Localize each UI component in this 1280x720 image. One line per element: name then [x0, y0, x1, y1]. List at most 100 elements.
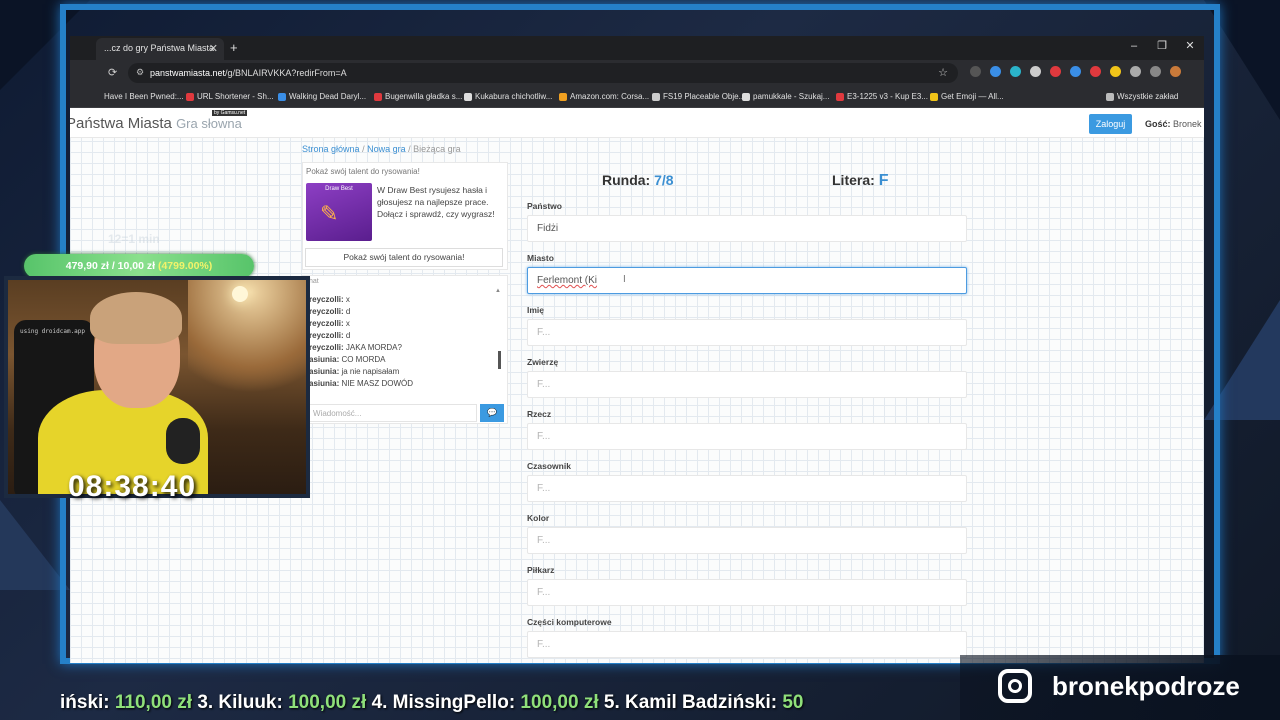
chat-input[interactable]: Wiadomość... — [309, 404, 477, 422]
round-indicator: Runda: 7/8 — [602, 172, 674, 188]
site-logo[interactable]: Państwa Miasta Gra słowna — [70, 115, 242, 132]
field-input-imie[interactable]: F... — [527, 319, 967, 346]
folder-icon — [1106, 92, 1114, 101]
field-input-pilkarz[interactable]: F... — [527, 579, 967, 606]
extension-icon[interactable] — [1150, 66, 1161, 77]
field-input-czasownik[interactable]: F... — [527, 475, 967, 502]
ticker-amount: 110,00 zł — [109, 692, 198, 713]
bookmark-icon — [278, 92, 286, 101]
bookmark-icon — [652, 92, 660, 101]
breadcrumb-home[interactable]: Strona główna — [302, 144, 360, 154]
bookmark-item[interactable]: Amazon.com: Corsa... — [559, 92, 649, 101]
site-info-icon[interactable]: ⚙ — [136, 67, 144, 78]
chat-messages: reyczolli: x reyczolli: d reyczolli: x r… — [309, 294, 413, 390]
minimize-icon[interactable]: – — [1120, 40, 1148, 52]
bookmark-item[interactable]: Bugenwilla gładka s... — [374, 92, 462, 101]
guest-indicator: Gość: Bronek — [1145, 119, 1202, 129]
send-message-button[interactable]: 💬 — [480, 404, 504, 422]
chat-scrollbar[interactable] — [498, 351, 501, 369]
chat-message: reyczolli: d — [309, 331, 351, 340]
bookmark-item[interactable]: FS19 Placeable Obje... — [652, 92, 745, 101]
bookmark-star-icon[interactable]: ☆ — [938, 66, 948, 79]
brand-name: Państwa Miasta — [70, 115, 172, 132]
bookmark-folder[interactable]: Wszystkie zakład — [1106, 92, 1178, 101]
promo-image-label: Draw Best — [325, 186, 353, 192]
extension-icon[interactable] — [1030, 66, 1041, 77]
field-label-kolor: Kolor — [527, 513, 550, 523]
field-label-rzecz: Rzecz — [527, 409, 552, 419]
chat-panel: hat ▲ reyczolli: x reyczolli: d reyczoll… — [302, 275, 508, 424]
extension-icon[interactable] — [990, 66, 1001, 77]
instagram-handle: bronekpodroze — [1052, 671, 1240, 701]
guest-prefix: Gość: — [1145, 119, 1171, 129]
field-input-czesci-komputerowe[interactable]: F... — [527, 631, 967, 658]
bookmark-item[interactable]: Kukabura chichotliw... — [464, 92, 552, 101]
reload-icon[interactable]: ⟳ — [108, 66, 117, 79]
browser-tab[interactable]: ...cz do gry Państwa Miasta ✕ — [96, 38, 224, 60]
pencil-icon: ✎ — [320, 201, 339, 226]
donation-goal-bar: 479,90 zł / 10,00 zł (4799.00%) — [24, 254, 254, 278]
bookmark-icon — [836, 92, 844, 101]
extension-icon[interactable] — [1070, 66, 1081, 77]
brand-subtitle: Gra słowna — [176, 116, 242, 131]
bookmark-item[interactable]: Get Emoji — All... — [930, 92, 1004, 101]
breadcrumb-new-game[interactable]: Nowa gra — [367, 144, 406, 154]
microphone-icon — [166, 418, 200, 464]
droidcam-watermark: using droidcam.app — [20, 328, 86, 335]
bookmark-item[interactable]: Walking Dead Daryl... — [278, 92, 366, 101]
url-domain: panstwamiasta.net — [150, 68, 226, 78]
new-tab-button[interactable]: + — [230, 40, 238, 55]
field-input-rzecz[interactable]: F... — [527, 423, 967, 450]
scroll-up-icon[interactable]: ▲ — [495, 288, 501, 294]
webcam-person-hair — [90, 292, 182, 344]
field-input-kolor[interactable]: F... — [527, 527, 967, 554]
field-value-miasto: Ferlemont (Ki — [537, 275, 598, 286]
bookmark-item[interactable]: pamukkale - Szukaj... — [742, 92, 829, 101]
letter-indicator: Litera: F — [832, 172, 888, 190]
brand-by-label: by Gamsu.net — [212, 110, 248, 116]
bookmark-item[interactable]: URL Shortener - Sh... — [186, 92, 274, 101]
bookmark-item[interactable]: Have I Been Pwned:... — [104, 92, 184, 101]
field-label-zwierze: Zwierzę — [527, 357, 559, 367]
login-button[interactable]: Zaloguj — [1089, 114, 1132, 134]
maximize-icon[interactable]: ❐ — [1148, 39, 1176, 52]
field-input-panstwo[interactable]: Fidżi — [527, 215, 967, 242]
url-field[interactable]: ⚙ panstwamiasta.net/g/BNLAIRVKKA?redirFr… — [128, 63, 958, 83]
ticker-name: 4. MissingPello: — [371, 692, 516, 713]
bookmark-icon — [930, 92, 938, 101]
url-path: /g/BNLAIRVKKA?redirFrom=A — [225, 68, 347, 78]
ticker-amount: 100,00 zł — [282, 692, 372, 713]
round-value: 7/8 — [654, 172, 674, 188]
close-tab-icon[interactable]: ✕ — [209, 42, 218, 55]
promo-image[interactable]: Draw Best ✎ — [306, 183, 372, 241]
extension-icon[interactable] — [970, 66, 981, 77]
bookmark-icon — [559, 92, 567, 101]
window-controls: – ❐ ✕ — [1120, 39, 1204, 52]
extension-icon[interactable] — [1090, 66, 1101, 77]
extension-icon[interactable] — [1050, 66, 1061, 77]
letter-label: Litera: — [832, 172, 875, 188]
profile-avatar[interactable] — [1170, 66, 1181, 77]
close-window-icon[interactable]: ✕ — [1176, 39, 1204, 52]
promo-title: Pokaż swój talent do rysowania! — [306, 167, 420, 176]
field-input-zwierze[interactable]: F... — [527, 371, 967, 398]
ticker-name: 3. Kiluuk: — [197, 692, 283, 713]
extension-icon[interactable] — [1010, 66, 1021, 77]
field-input-miasto[interactable]: Ferlemont (Ki I — [527, 267, 967, 294]
field-label-panstwo: Państwo — [527, 201, 562, 211]
bookmark-item[interactable]: E3-1225 v3 - Kup E3... — [836, 92, 928, 101]
lamp-icon — [232, 286, 248, 302]
promo-button[interactable]: Pokaż swój talent do rysowania! — [305, 248, 503, 267]
field-label-czesci-komputerowe: Części komputerowe — [527, 617, 612, 627]
bookmark-icon — [464, 92, 472, 101]
ticker-name: iński: — [60, 692, 110, 713]
promo-box: Pokaż swój talent do rysowania! Draw Bes… — [302, 162, 508, 270]
chat-message: reyczolli: x — [309, 319, 350, 328]
extension-icon[interactable] — [1130, 66, 1141, 77]
tab-title: ...cz do gry Państwa Miasta — [104, 43, 215, 53]
round-label: Runda: — [602, 172, 651, 188]
social-banner: bronekpodroze — [960, 655, 1280, 720]
chat-message: reyczolli: x — [309, 295, 350, 304]
extension-icon[interactable] — [1110, 66, 1121, 77]
text-cursor-icon: I — [623, 274, 626, 285]
